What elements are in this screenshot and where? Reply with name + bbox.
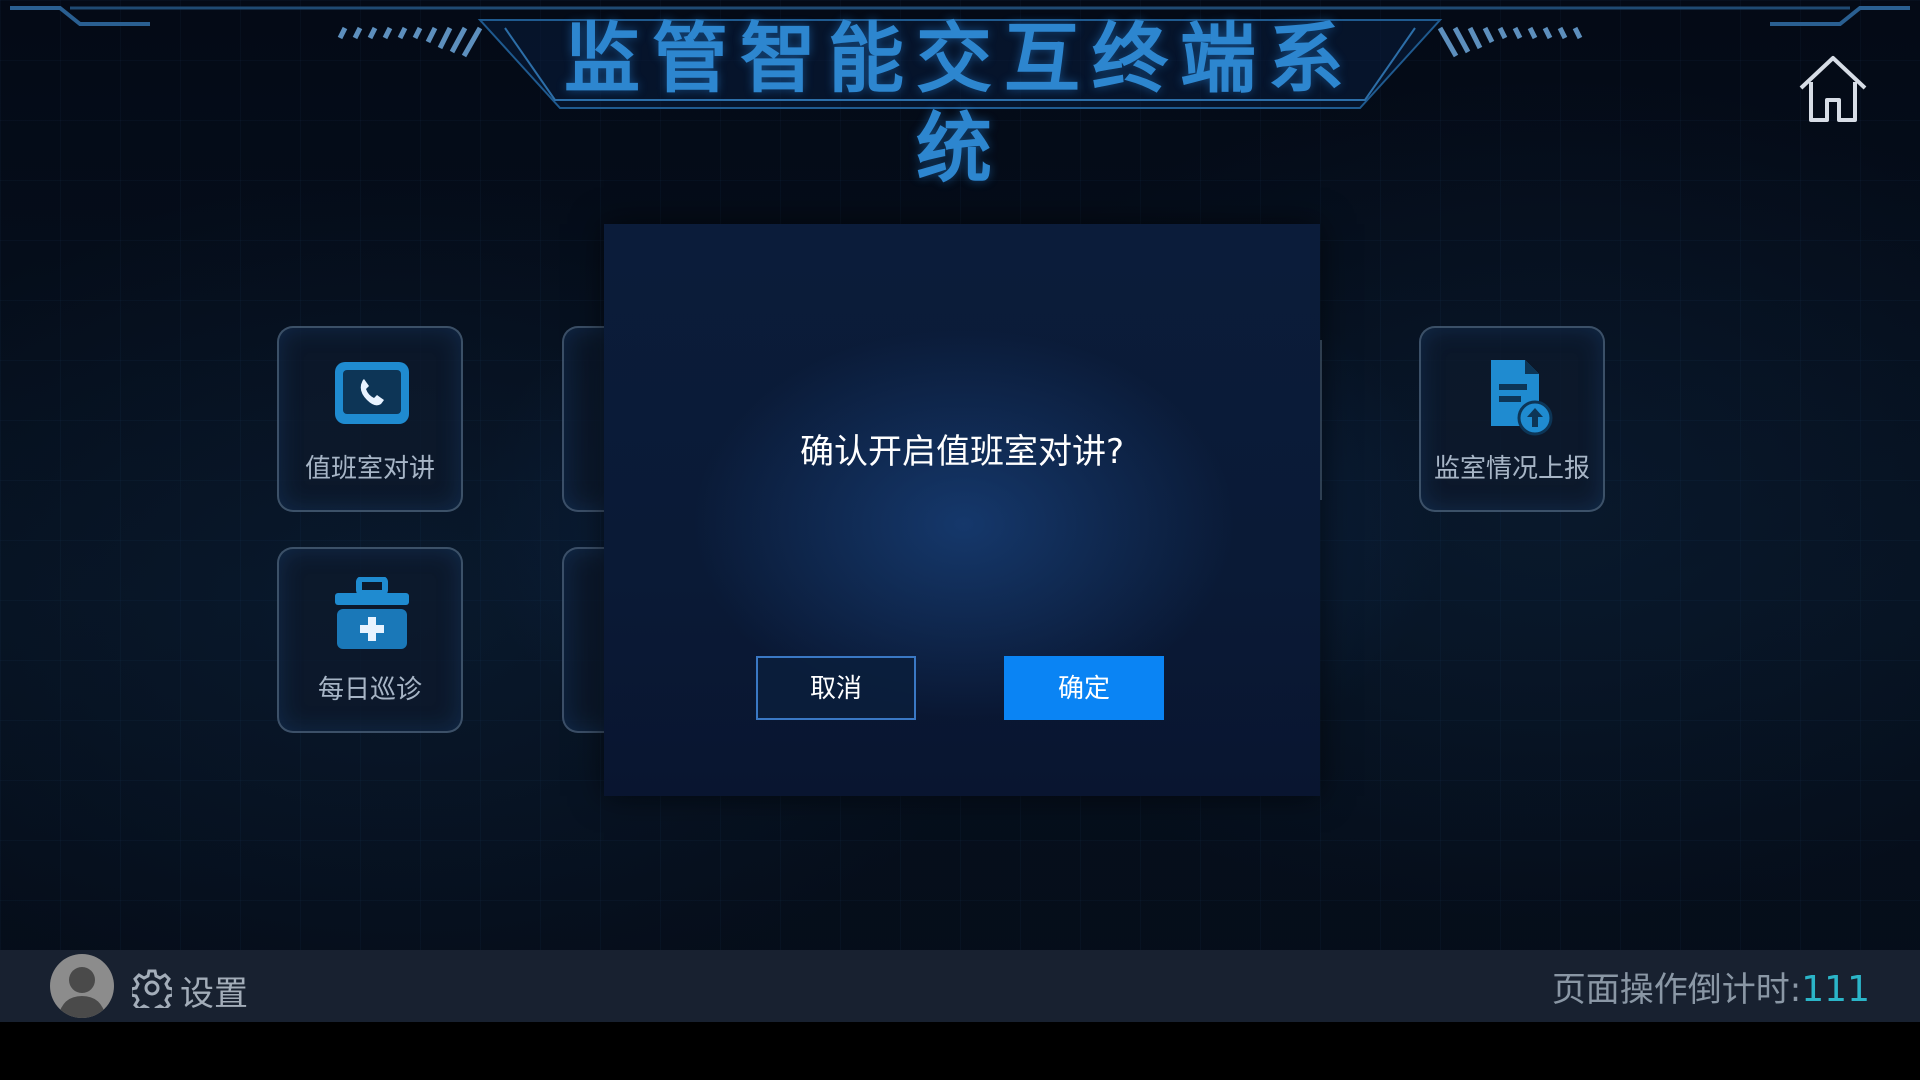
tile-daily-rounds[interactable]: 每日巡诊: [277, 547, 463, 733]
home-icon: [1799, 56, 1867, 122]
tile-duty-room-intercom[interactable]: 值班室对讲: [277, 326, 463, 512]
page-title: 监管智能交互终端系统: [564, 14, 1356, 193]
confirm-dialog: 确认开启值班室对讲? 取消 确定: [604, 224, 1320, 796]
header: 监管智能交互终端系统: [0, 0, 1920, 193]
countdown-label: 页面操作倒计时:: [1551, 970, 1802, 1010]
bottom-bar: 设置 页面操作倒计时:111: [0, 950, 1920, 1022]
document-upload-icon: [1491, 360, 1553, 436]
avatar[interactable]: [50, 954, 114, 1018]
tile-label: 每日巡诊: [317, 675, 422, 705]
gear-icon: [132, 969, 172, 1008]
countdown: 页面操作倒计时:111: [1552, 962, 1870, 1010]
tile-label: 监室情况上报: [1433, 454, 1590, 484]
confirm-button[interactable]: 确定: [1004, 656, 1164, 720]
phone-icon: [335, 362, 409, 424]
settings-label: 设置: [180, 974, 248, 1014]
tile-cell-report[interactable]: 监室情况上报: [1419, 326, 1605, 512]
tile-label: 值班室对讲: [304, 454, 435, 484]
home-button[interactable]: [1795, 52, 1871, 128]
dialog-message: 确认开启值班室对讲?: [799, 432, 1125, 472]
app-screen: 监管智能交互终端系统 值班室对讲 每日巡诊 监室情况上报 确认开启值班室对讲? …: [0, 0, 1920, 1080]
medical-kit-icon: [335, 577, 409, 649]
user-avatar-icon: [58, 967, 106, 1018]
cancel-button[interactable]: 取消: [756, 656, 916, 720]
bottom-letterbox: [0, 1022, 1920, 1080]
countdown-value: 111: [1801, 969, 1870, 1010]
